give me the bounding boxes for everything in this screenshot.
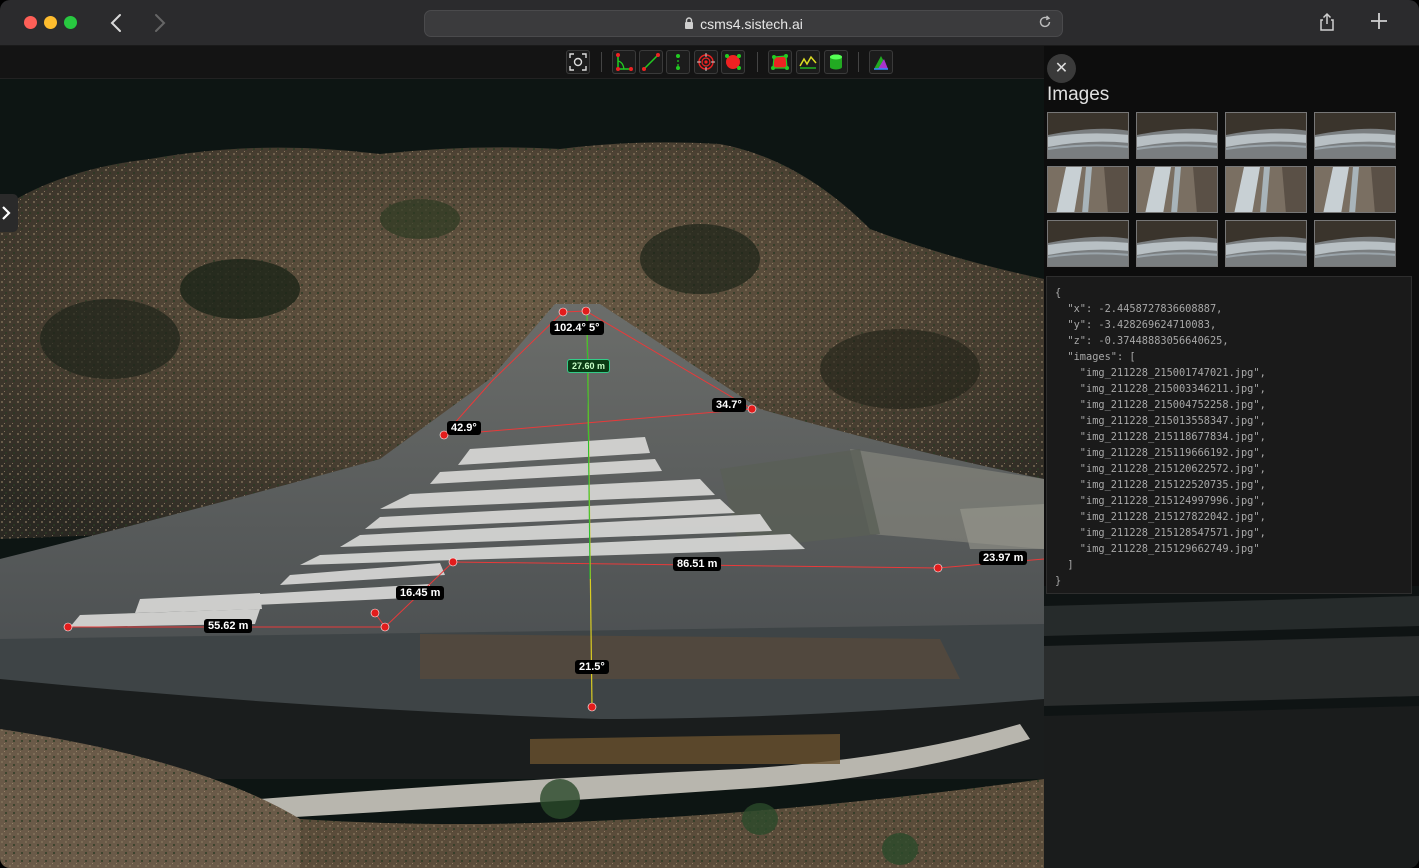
forward-icon[interactable] — [148, 12, 170, 34]
new-tab-icon[interactable] — [1368, 8, 1390, 36]
angle-label-bottom: 21.5° — [575, 660, 609, 674]
profile-icon[interactable] — [796, 50, 820, 74]
panel-background-scene — [1044, 586, 1419, 868]
info-line: "img_211228_215003346211.jpg", — [1055, 383, 1266, 395]
images-panel: ✕ Images { "x": -2.4458727836608887, "y"… — [1044, 46, 1419, 868]
info-line: "img_211228_215129662749.jpg" — [1055, 543, 1260, 555]
reload-icon[interactable] — [1038, 15, 1052, 33]
browser-window: csms4.sistech.ai 102.4° 5° 27.60 m 42.9°… — [0, 0, 1419, 868]
image-thumbnail[interactable] — [1225, 166, 1307, 213]
image-thumbnail[interactable] — [1047, 220, 1129, 267]
info-line: "img_211228_215122520735.jpg", — [1055, 479, 1266, 491]
point-cloud-scene[interactable] — [0, 79, 1044, 868]
window-maximize-button[interactable] — [64, 16, 77, 29]
window-minimize-button[interactable] — [44, 16, 57, 29]
info-line: "z": -0.37448883056640625, — [1055, 335, 1229, 347]
info-line: "img_211228_215128547571.jpg", — [1055, 527, 1266, 539]
info-line: "img_211228_215124997996.jpg", — [1055, 495, 1266, 507]
image-thumbnail[interactable] — [1314, 220, 1396, 267]
image-thumbnail[interactable] — [1314, 112, 1396, 159]
angle-icon[interactable] — [612, 50, 636, 74]
image-thumbnail[interactable] — [1136, 220, 1218, 267]
angle-label-top: 102.4° 5° — [550, 321, 604, 335]
distance-icon[interactable] — [639, 50, 663, 74]
back-icon[interactable] — [106, 12, 128, 34]
info-line: "img_211228_215119666192.jpg", — [1055, 447, 1266, 459]
distance-label-23: 23.97 m — [979, 551, 1028, 565]
lock-icon — [684, 16, 694, 32]
info-line: "images": [ — [1055, 351, 1136, 363]
info-line: "x": -2.4458727836608887, — [1055, 303, 1223, 315]
image-thumbnail[interactable] — [1047, 112, 1129, 159]
point-info-json: { "x": -2.4458727836608887, "y": -3.4282… — [1046, 276, 1412, 594]
image-thumbnail[interactable] — [1047, 166, 1129, 213]
panel-title: Images — [1047, 84, 1110, 105]
image-thumbnail[interactable] — [1225, 112, 1307, 159]
info-line: { — [1055, 287, 1062, 299]
info-line: "img_211228_215120622572.jpg", — [1055, 463, 1266, 475]
sidebar-toggle-button[interactable] — [0, 194, 18, 232]
info-line: ] — [1055, 559, 1074, 571]
address-bar[interactable]: csms4.sistech.ai — [424, 10, 1063, 37]
distance-label-16: 16.45 m — [396, 586, 445, 600]
height-icon[interactable] — [666, 50, 690, 74]
info-line: "y": -3.428269624710083, — [1055, 319, 1217, 331]
image-thumbnail[interactable] — [1136, 166, 1218, 213]
info-line: } — [1055, 575, 1062, 587]
point-cloud-viewport[interactable]: 102.4° 5° 27.60 m 42.9° 34.7° 86.51 m 23… — [0, 79, 1044, 868]
height-label: 27.60 m — [567, 359, 611, 373]
image-thumbnail[interactable] — [1225, 220, 1307, 267]
info-line: "img_211228_215013558347.jpg", — [1055, 415, 1266, 427]
angle-label-left: 42.9° — [447, 421, 481, 435]
camera-focus-icon[interactable] — [566, 50, 590, 74]
window-close-button[interactable] — [24, 16, 37, 29]
image-thumbnail[interactable] — [1136, 112, 1218, 159]
volume-icon[interactable] — [824, 50, 848, 74]
info-line: "img_211228_215004752258.jpg", — [1055, 399, 1266, 411]
info-line: "img_211228_215118677834.jpg", — [1055, 431, 1266, 443]
distance-label-55: 55.62 m — [204, 619, 253, 633]
browser-titlebar: csms4.sistech.ai — [0, 0, 1419, 46]
close-panel-button[interactable]: ✕ — [1047, 54, 1076, 83]
triangle-nav-icon[interactable] — [869, 50, 893, 74]
share-icon[interactable] — [1316, 12, 1338, 34]
image-thumbnail[interactable] — [1314, 166, 1396, 213]
url-text: csms4.sistech.ai — [700, 16, 803, 32]
target-icon[interactable] — [694, 50, 718, 74]
info-line: "img_211228_215127822042.jpg", — [1055, 511, 1266, 523]
area-icon[interactable] — [768, 50, 792, 74]
circle-icon[interactable] — [721, 50, 745, 74]
info-line: "img_211228_215001747021.jpg", — [1055, 367, 1266, 379]
distance-label-86: 86.51 m — [673, 557, 722, 571]
angle-label-right: 34.7° — [712, 398, 746, 412]
